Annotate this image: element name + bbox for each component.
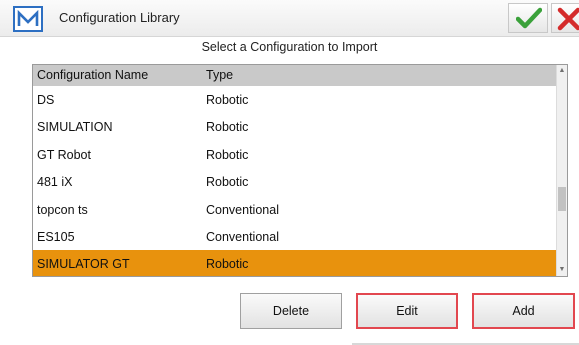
ok-button[interactable] [508, 3, 548, 33]
row-name: 481 iX [37, 175, 73, 190]
row-name: SIMULATION [37, 120, 113, 135]
column-header-name[interactable]: Configuration Name [37, 68, 148, 82]
title-bar: Configuration Library [0, 0, 579, 37]
row-type: Robotic [206, 257, 249, 272]
row-name: GT Robot [37, 147, 91, 162]
window-title: Configuration Library [59, 10, 180, 25]
row-name: ES105 [37, 229, 75, 244]
table-row-selected[interactable]: SIMULATOR GT Robotic [33, 250, 559, 276]
table-row[interactable]: ES105 Conventional [33, 222, 559, 251]
row-type: Robotic [206, 93, 249, 107]
edit-button[interactable]: Edit [356, 293, 458, 329]
table-row[interactable]: topcon ts Conventional [33, 195, 559, 223]
delete-button[interactable]: Delete [240, 293, 342, 329]
table-rows: DS Robotic SIMULATION Robotic GT Robot R… [33, 86, 559, 276]
column-header-type[interactable]: Type [206, 68, 233, 82]
table-row[interactable]: 481 iX Robotic [33, 168, 559, 196]
close-icon [557, 7, 579, 31]
row-name: topcon ts [37, 202, 88, 217]
configuration-library-window: Configuration Library Select a Configura… [0, 0, 579, 345]
scroll-down-icon[interactable]: ▼ [558, 265, 566, 275]
vertical-scrollbar[interactable]: ▲ ▼ [556, 65, 567, 276]
table-row[interactable]: SIMULATION Robotic [33, 113, 559, 141]
configuration-list[interactable]: Configuration Name Type DS Robotic SIMUL… [32, 64, 568, 277]
table-row[interactable]: GT Robot Robotic [33, 140, 559, 169]
scrollbar-thumb[interactable] [558, 187, 566, 211]
dialog-subtitle: Select a Configuration to Import [201, 40, 378, 54]
row-type: Conventional [206, 229, 279, 244]
close-button[interactable] [551, 3, 579, 33]
add-button[interactable]: Add [472, 293, 575, 329]
table-row[interactable]: DS Robotic [33, 86, 559, 114]
row-type: Robotic [206, 147, 249, 162]
row-type: Robotic [206, 120, 249, 135]
scroll-up-icon[interactable]: ▲ [558, 66, 566, 76]
row-name: DS [37, 93, 55, 107]
m-logo-icon [13, 6, 43, 32]
row-name: SIMULATOR GT [37, 257, 130, 272]
row-type: Conventional [206, 202, 279, 217]
checkmark-icon [516, 7, 542, 29]
table-header: Configuration Name Type [33, 65, 559, 87]
row-type: Robotic [206, 175, 249, 190]
